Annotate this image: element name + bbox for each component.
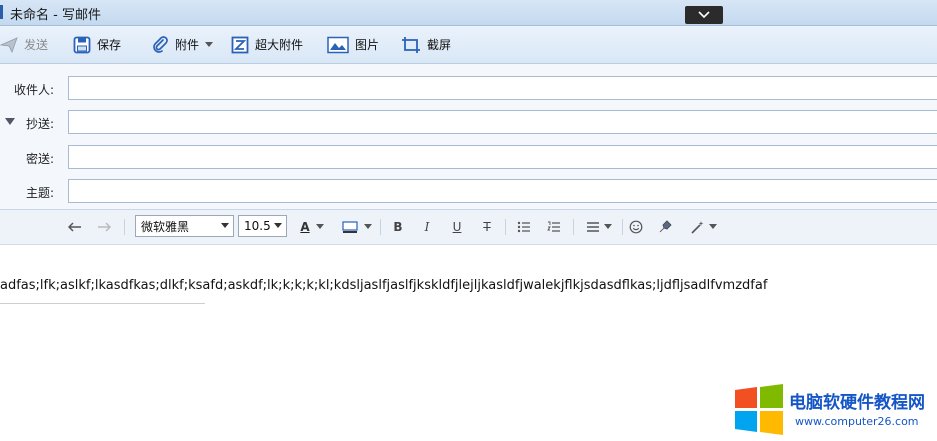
subject-input[interactable] (68, 179, 937, 203)
floppy-disk-icon (73, 36, 91, 53)
title-bar: 未命名 - 写邮件 (0, 0, 937, 26)
font-color-icon: A (300, 220, 310, 234)
large-attachment-button[interactable]: 超大附件 (231, 26, 303, 63)
dropdown-arrow-icon (205, 41, 214, 47)
font-size-select[interactable]: 10.5 (238, 215, 287, 237)
app-icon (0, 5, 3, 19)
emoji-button[interactable] (627, 218, 645, 236)
dropdown-arrow-icon (315, 224, 324, 229)
align-button[interactable] (582, 218, 616, 236)
body-divider (0, 303, 205, 304)
magic-wand-icon (690, 221, 703, 234)
dropdown-arrow-icon (604, 224, 612, 229)
redo-button[interactable] (95, 218, 113, 236)
send-icon (0, 36, 18, 53)
separator (124, 219, 125, 235)
attachment-label: 附件 (175, 38, 200, 52)
large-attachment-icon (231, 36, 249, 53)
body-text: adfas;lfk;aslkf;lkasdfkas;dlkf;ksafd;ask… (0, 278, 768, 293)
window-title: 未命名 - 写邮件 (10, 8, 101, 23)
save-label: 保存 (97, 38, 122, 52)
undo-button[interactable] (66, 218, 84, 236)
underline-button[interactable]: U (448, 218, 466, 236)
screenshot-button[interactable]: 截屏 (401, 26, 451, 63)
watermark: 电脑软硬件教程网 www.computer26.com (733, 384, 937, 436)
smiley-icon (629, 220, 643, 234)
bullet-list-icon (517, 221, 530, 233)
dropdown-arrow-icon (364, 224, 372, 229)
collapse-button[interactable] (685, 6, 723, 24)
numbered-list-icon (547, 221, 560, 232)
screenshot-label: 截屏 (427, 38, 452, 52)
font-size-value: 10.5 (244, 219, 271, 233)
image-label: 图片 (355, 38, 380, 52)
chevron-down-icon (274, 223, 282, 228)
image-icon (327, 36, 349, 53)
large-attachment-label: 超大附件 (255, 38, 304, 52)
save-button[interactable]: 保存 (73, 26, 121, 63)
header-fields: 收件人: 抄送: 密送: 主题: (0, 64, 937, 210)
undo-icon (68, 222, 81, 232)
send-label: 发送 (24, 38, 49, 52)
format-toolbar: 微软雅黑 10.5 A B I U T (0, 210, 937, 245)
bullet-list-button[interactable] (515, 218, 533, 236)
font-color-button[interactable]: A (298, 218, 326, 236)
separator (505, 219, 506, 235)
strikethrough-button[interactable]: T (478, 218, 496, 236)
to-input[interactable] (68, 76, 937, 100)
font-family-select[interactable]: 微软雅黑 (135, 215, 234, 237)
italic-button[interactable]: I (418, 218, 436, 236)
subject-label: 主题: (25, 186, 54, 200)
bold-button[interactable]: B (389, 218, 407, 236)
watermark-title: 电脑软硬件教程网 (789, 393, 925, 413)
watermark-url: www.computer26.com (795, 415, 919, 428)
stationery-button[interactable] (656, 218, 674, 236)
attachment-button[interactable]: 附件 (151, 26, 214, 63)
crop-icon (402, 36, 420, 53)
highlight-color-button[interactable] (340, 218, 374, 236)
to-label: 收件人: (13, 83, 54, 97)
cc-input[interactable] (68, 110, 937, 134)
send-button[interactable]: 发送 (0, 26, 48, 63)
windows-logo-icon (735, 384, 783, 435)
separator (573, 219, 574, 235)
stamp-icon (659, 220, 672, 233)
bcc-label: 密送: (25, 152, 54, 166)
chevron-down-icon (698, 11, 710, 19)
paperclip-icon (153, 35, 168, 53)
dropdown-arrow-icon (708, 224, 717, 229)
bcc-input[interactable] (68, 145, 937, 169)
cc-label: 抄送: (25, 117, 54, 131)
align-icon (587, 222, 599, 232)
image-button[interactable]: 图片 (327, 26, 379, 63)
separator (380, 219, 381, 235)
font-family-value: 微软雅黑 (141, 219, 190, 234)
numbered-list-button[interactable] (545, 218, 563, 236)
redo-icon (98, 222, 111, 232)
separator (622, 219, 623, 235)
magic-wand-button[interactable] (687, 218, 719, 236)
chevron-down-icon (221, 223, 229, 228)
highlight-color-icon (342, 221, 358, 233)
compose-toolbar: 发送 保存 附件 超大附件 图片 截屏 (0, 26, 937, 64)
